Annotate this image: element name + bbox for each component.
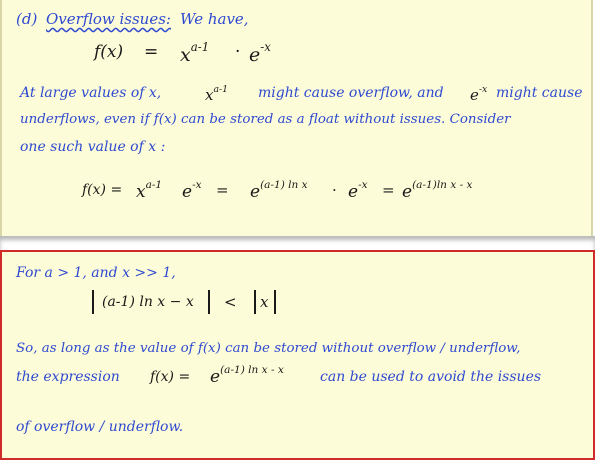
- conclusion-line3: of overflow / underflow.: [16, 419, 184, 435]
- eq-e-term1: e-x: [182, 179, 202, 202]
- eq-x-term: xa-1: [136, 179, 163, 202]
- eq-lhs: f(x) =: [82, 182, 123, 198]
- conclusion-line2-a: the expression: [16, 369, 120, 385]
- part-label: (d): [16, 10, 38, 28]
- ineq-right: x: [260, 293, 269, 311]
- condition-text: For a > 1, and x >> 1,: [16, 265, 176, 281]
- abs-bar-right-1: [208, 290, 210, 314]
- para-line1-e: e-x: [470, 84, 488, 104]
- conclusion-line1: So, as long as the value of f(x) can be …: [16, 341, 521, 356]
- para-line2: underflows, even if f(x) can be stored a…: [20, 112, 511, 127]
- heading-rest: We have,: [180, 10, 249, 28]
- conclusion-line2-f: f(x) =: [150, 369, 191, 385]
- para-line1-x: xa-1: [205, 84, 229, 104]
- para-line1-a: At large values of x,: [20, 85, 162, 101]
- def-lhs: f(x): [94, 42, 124, 62]
- eq-dot: ·: [332, 181, 337, 199]
- eq-e-term4: e(a-1)ln x - x: [402, 179, 473, 202]
- page-gap: [0, 236, 595, 250]
- abs-bar-left-2: [254, 290, 256, 314]
- abs-bar-left-1: [92, 290, 94, 314]
- eq-e-term3: e-x: [348, 179, 368, 202]
- para-line1-c: might cause: [496, 85, 583, 101]
- eq-equals-1: =: [216, 181, 229, 199]
- eq-e-term2: e(a-1) ln x: [250, 179, 308, 202]
- ineq-left: (a-1) ln x − x: [102, 294, 194, 310]
- abs-bar-right-2: [274, 290, 276, 314]
- heading-title: Overflow issues:: [46, 10, 171, 28]
- eq-equals-2: =: [382, 181, 395, 199]
- def-term1: xa-1: [180, 40, 210, 66]
- para-line1-b: might cause overflow, and: [258, 85, 444, 101]
- para-line3: one such value of x :: [20, 139, 166, 155]
- conclusion-line2-b: can be used to avoid the issues: [320, 369, 542, 385]
- def-term2: e-x: [249, 40, 271, 66]
- conclusion-line2-e: e(a-1) ln x - x: [210, 364, 284, 387]
- ineq-op: <: [224, 293, 237, 311]
- note-panel-2: For a > 1, and x >> 1, (a-1) ln x − x < …: [0, 250, 595, 460]
- def-dot: ·: [235, 42, 241, 62]
- def-eq: =: [144, 42, 159, 62]
- note-panel-1: (d) Overflow issues: We have, f(x) = xa-…: [0, 0, 593, 236]
